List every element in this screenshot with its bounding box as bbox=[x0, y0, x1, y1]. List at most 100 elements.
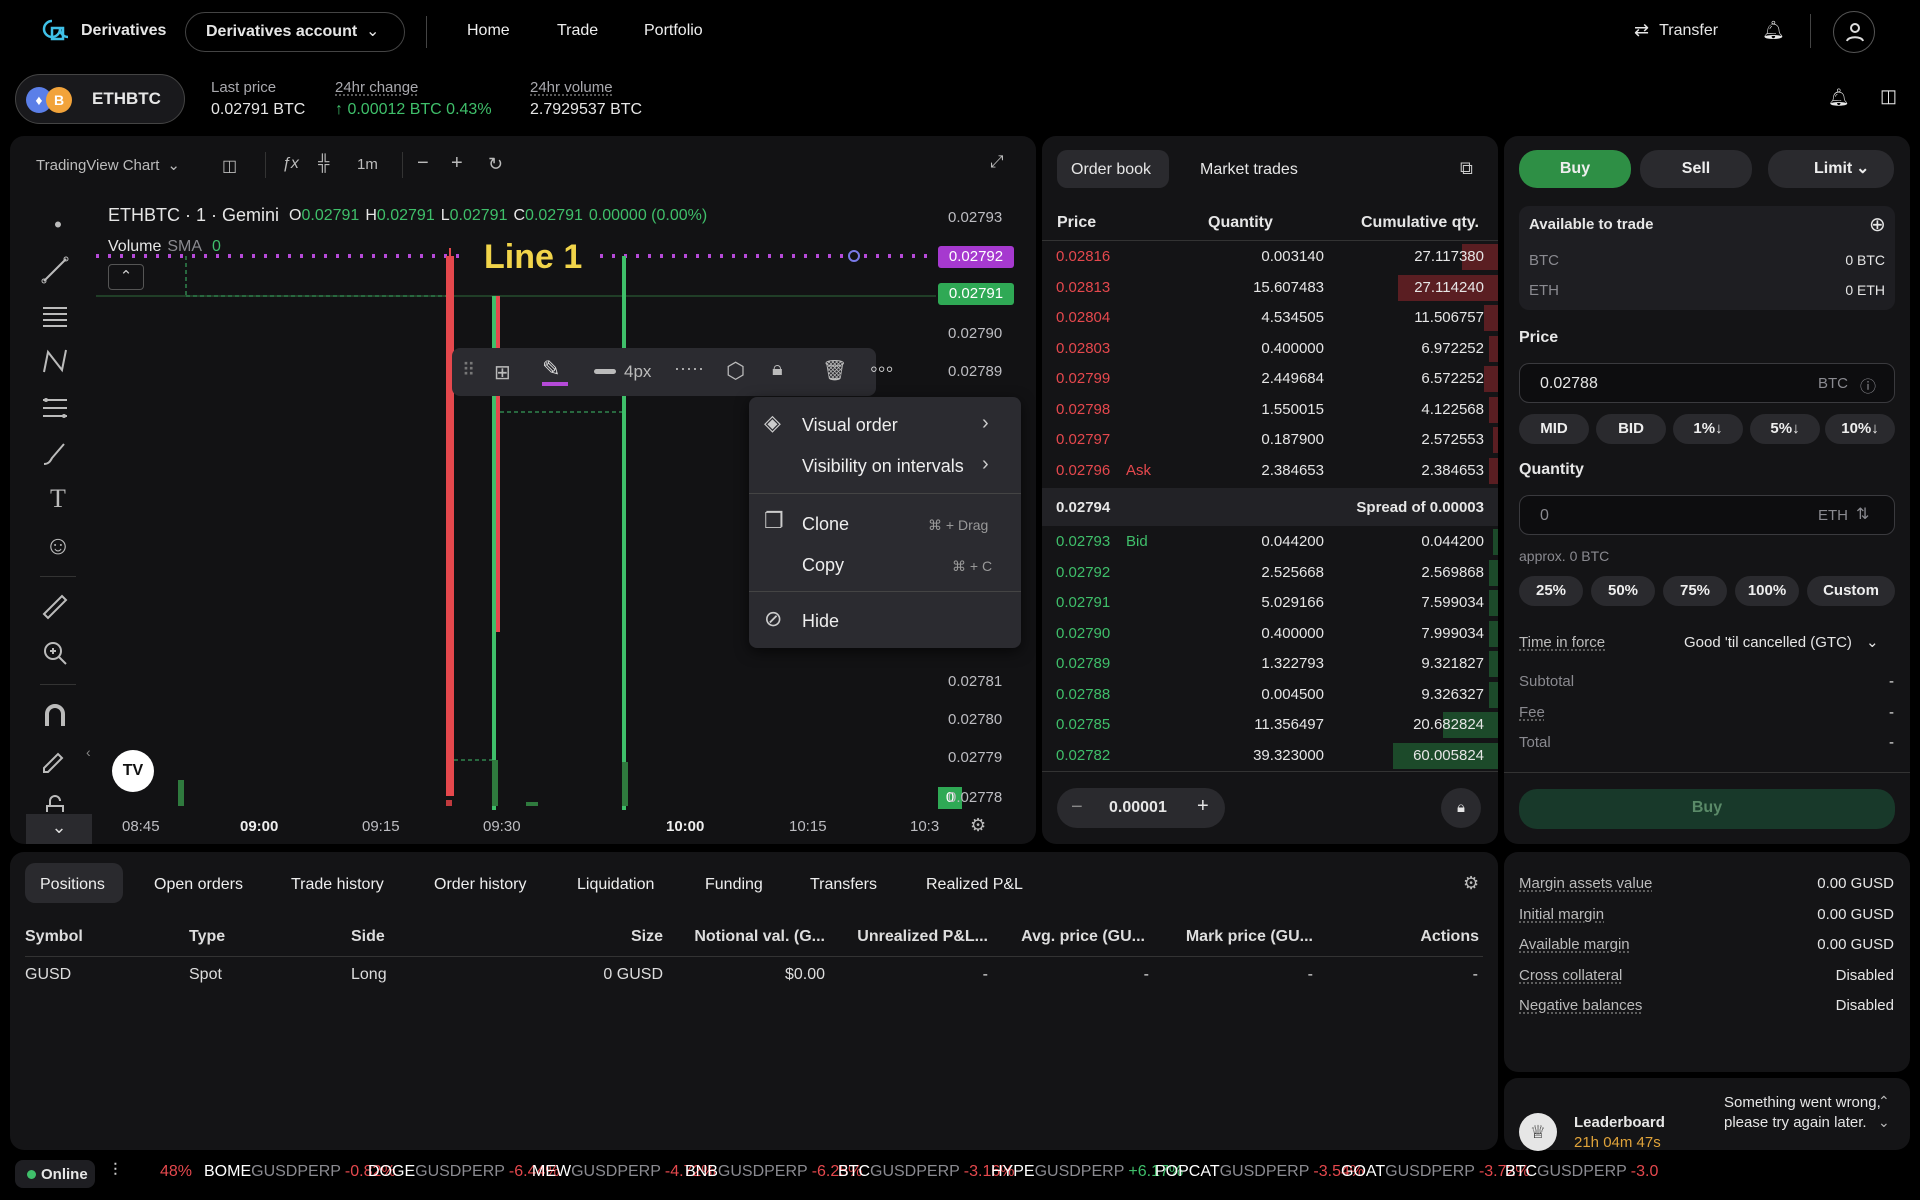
trash-icon[interactable]: 🗑︎ bbox=[822, 358, 847, 383]
drag-handle-icon[interactable]: ⠿ bbox=[462, 360, 475, 381]
tab-order-book[interactable]: Order book bbox=[1057, 150, 1169, 188]
menu-hide[interactable]: Hide bbox=[802, 611, 839, 632]
leaderboard-title[interactable]: Leaderboard bbox=[1574, 1114, 1665, 1131]
table-row[interactable]: 0.02796 2.384653 2.384653 Ask bbox=[1042, 456, 1498, 486]
menu-visual-order[interactable]: Visual order bbox=[802, 415, 898, 436]
zoom-out-icon[interactable]: − bbox=[417, 152, 429, 175]
account-select[interactable]: Derivatives account ⌄ bbox=[185, 12, 405, 52]
table-row[interactable]: 0.02788 0.004500 9.326327 bbox=[1042, 680, 1498, 710]
tradingview-logo[interactable]: TV bbox=[112, 750, 154, 792]
line-handle[interactable] bbox=[848, 250, 860, 262]
nav-portfolio[interactable]: Portfolio bbox=[644, 22, 703, 40]
plus-circle-icon[interactable]: ⊕ bbox=[1869, 212, 1886, 237]
interval-button[interactable]: 1m bbox=[357, 156, 378, 173]
magnet-icon[interactable] bbox=[40, 700, 76, 736]
qty-50-button[interactable]: 50% bbox=[1591, 576, 1655, 606]
price-mid-button[interactable]: MID bbox=[1519, 414, 1589, 444]
order-type-select[interactable]: Limit ⌄ bbox=[1768, 150, 1894, 188]
reset-icon[interactable]: ↻ bbox=[488, 154, 503, 175]
qty-75-button[interactable]: 75% bbox=[1663, 576, 1727, 606]
menu-clone[interactable]: Clone bbox=[802, 514, 849, 535]
indicators-icon[interactable]: ƒx bbox=[282, 155, 299, 173]
horizontal-lines-icon[interactable] bbox=[40, 300, 76, 336]
table-row[interactable]: 0.02804 4.534505 11.506757 bbox=[1042, 303, 1498, 333]
table-row[interactable]: 0.02793 0.044200 0.044200 Bid bbox=[1042, 527, 1498, 557]
tick-size-stepper[interactable]: − 0.00001 + bbox=[1057, 788, 1225, 828]
layout-grid-icon[interactable]: ◫ bbox=[222, 156, 237, 176]
gemini-logo-icon[interactable] bbox=[42, 18, 70, 46]
transfer-button[interactable]: ⇄ Transfer bbox=[1634, 20, 1718, 41]
tab-market-trades[interactable]: Market trades bbox=[1200, 161, 1298, 179]
line-width-label[interactable]: 4px bbox=[624, 362, 651, 382]
settings-icon[interactable]: ⚙ bbox=[970, 815, 986, 836]
sell-tab[interactable]: Sell bbox=[1640, 150, 1752, 188]
tab-funding[interactable]: Funding bbox=[705, 876, 763, 894]
brush-icon[interactable] bbox=[40, 438, 76, 474]
ruler-icon[interactable] bbox=[40, 592, 76, 628]
menu-visibility[interactable]: Visibility on intervals bbox=[802, 456, 964, 477]
chevron-up-icon[interactable]: ⌃ bbox=[1878, 1093, 1890, 1110]
table-row[interactable]: 0.02785 11.356497 20.682824 bbox=[1042, 710, 1498, 740]
tab-transfers[interactable]: Transfers bbox=[810, 876, 877, 894]
tab-order-history[interactable]: Order history bbox=[434, 876, 526, 894]
zoom-in-icon[interactable]: + bbox=[451, 152, 463, 175]
price-input[interactable]: 0.02788 BTC ⓘ bbox=[1519, 363, 1895, 403]
tab-positions[interactable]: Positions bbox=[40, 876, 105, 894]
collapse-toolbar-button[interactable]: ⌄ bbox=[26, 814, 92, 844]
tab-trade-history[interactable]: Trade history bbox=[291, 876, 384, 894]
price-10pct-button[interactable]: 10%↓ bbox=[1825, 414, 1895, 444]
qty-100-button[interactable]: 100% bbox=[1735, 576, 1799, 606]
price-5pct-button[interactable]: 5%↓ bbox=[1750, 414, 1820, 444]
quantity-input[interactable]: 0 ETH ⇅ bbox=[1519, 495, 1895, 535]
tab-open-orders[interactable]: Open orders bbox=[154, 876, 243, 894]
margin-label[interactable]: Cross collateral bbox=[1519, 967, 1622, 984]
tab-realized-pnl[interactable]: Realized P&L bbox=[926, 876, 1023, 894]
lock-icon[interactable] bbox=[40, 792, 76, 812]
tif-select[interactable]: Good 'til cancelled (GTC) ⌄ bbox=[1684, 633, 1879, 652]
text-tool-icon[interactable]: T bbox=[40, 484, 76, 520]
table-row[interactable]: 0.02789 1.322793 9.321827 bbox=[1042, 649, 1498, 679]
submit-buy-button[interactable]: Buy bbox=[1519, 789, 1895, 829]
fee-label[interactable]: Fee bbox=[1519, 704, 1545, 721]
change-label[interactable]: 24hr change bbox=[335, 79, 418, 96]
table-row[interactable]: 0.02792 2.525668 2.569868 bbox=[1042, 558, 1498, 588]
layout-icon[interactable]: ◫ bbox=[1880, 86, 1897, 107]
margin-label[interactable]: Available margin bbox=[1519, 936, 1630, 953]
price-1pct-button[interactable]: 1%↓ bbox=[1673, 414, 1743, 444]
table-row[interactable]: 0.02797 0.187900 2.572553 bbox=[1042, 425, 1498, 455]
volume-label[interactable]: 24hr volume bbox=[530, 79, 613, 96]
lock-icon[interactable]: 🔒︎ bbox=[1441, 788, 1481, 828]
settings-hex-icon[interactable]: ⬡ bbox=[726, 358, 745, 384]
table-row[interactable]: 0.02816 0.003140 27.117380 bbox=[1042, 242, 1498, 272]
profile-button[interactable] bbox=[1833, 11, 1875, 53]
tab-liquidation[interactable]: Liquidation bbox=[577, 876, 654, 894]
pair-selector[interactable]: ♦ B ETHBTC bbox=[15, 74, 185, 124]
nav-trade[interactable]: Trade bbox=[557, 22, 598, 40]
margin-label[interactable]: Negative balances bbox=[1519, 997, 1642, 1014]
table-row[interactable]: 0.02790 0.400000 7.999034 bbox=[1042, 619, 1498, 649]
chevron-left-icon[interactable]: ‹ bbox=[86, 744, 91, 760]
qty-25-button[interactable]: 25% bbox=[1519, 576, 1583, 606]
price-bid-button[interactable]: BID bbox=[1596, 414, 1666, 444]
swap-icon[interactable]: ⇅ bbox=[1856, 504, 1869, 524]
table-row[interactable]: 0.02791 5.029166 7.599034 bbox=[1042, 588, 1498, 618]
zoom-tool-icon[interactable] bbox=[40, 638, 76, 674]
bell-icon[interactable]: 🔔︎ bbox=[1762, 20, 1785, 41]
nav-home[interactable]: Home bbox=[467, 22, 510, 40]
settings-icon[interactable]: ⚙ bbox=[1463, 873, 1479, 894]
alert-icon[interactable]: 🔔︎ bbox=[1828, 88, 1850, 108]
pattern-icon[interactable] bbox=[40, 346, 76, 382]
table-row[interactable]: 0.02813 15.607483 27.114240 bbox=[1042, 273, 1498, 303]
pencil-color-icon[interactable]: ✎ bbox=[542, 356, 560, 382]
buy-tab[interactable]: Buy bbox=[1519, 150, 1631, 188]
qty-custom-button[interactable]: Custom bbox=[1807, 576, 1895, 606]
tif-label[interactable]: Time in force bbox=[1519, 634, 1605, 651]
template-icon[interactable]: ⊞ bbox=[494, 360, 511, 385]
minus-icon[interactable]: − bbox=[1071, 796, 1083, 819]
online-status[interactable]: Online bbox=[15, 1160, 95, 1188]
table-row[interactable]: 0.02803 0.400000 6.972252 bbox=[1042, 334, 1498, 364]
margin-label[interactable]: Initial margin bbox=[1519, 906, 1604, 923]
lock-icon[interactable]: 🔒︎ bbox=[772, 358, 783, 381]
lock-pencil-icon[interactable] bbox=[40, 746, 76, 782]
margin-label[interactable]: Margin assets value bbox=[1519, 875, 1652, 892]
